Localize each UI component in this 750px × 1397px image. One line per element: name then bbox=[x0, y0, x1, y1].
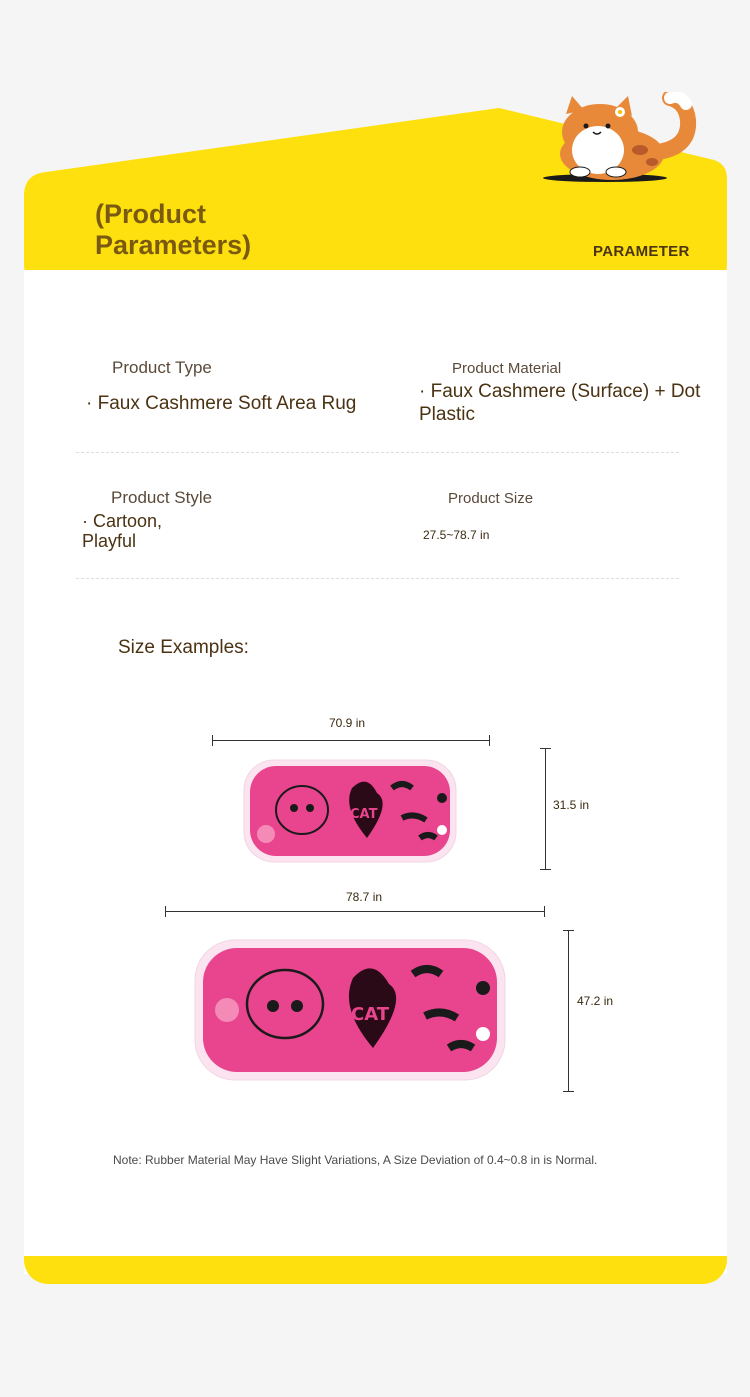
small-cat-rug-image: CAT bbox=[243, 759, 457, 863]
product-material-label: Product Material bbox=[452, 360, 562, 377]
product-style-value: · Cartoon, Playful bbox=[82, 511, 163, 551]
footer-band bbox=[24, 1256, 727, 1284]
large-cat-rug-image: CAT bbox=[194, 939, 506, 1081]
product-type-value: · Faux Cashmere Soft Area Rug bbox=[86, 393, 357, 414]
small-rug-width-line bbox=[212, 735, 490, 746]
small-rug-height-label: 31.5 in bbox=[553, 798, 590, 812]
small-rug-width-label: 70.9 in bbox=[329, 716, 366, 730]
parameter-tag: PARAMETER bbox=[593, 243, 690, 260]
page-title: (Product Parameters) bbox=[95, 199, 252, 260]
large-rug-height-label: 47.2 in bbox=[577, 994, 614, 1008]
large-rug-width-label: 78.7 in bbox=[346, 890, 383, 904]
size-examples-title: Size Examples: bbox=[118, 637, 249, 658]
divider bbox=[76, 452, 679, 453]
large-rug-height-line bbox=[563, 930, 574, 1092]
small-rug-print: CAT bbox=[350, 807, 378, 822]
product-style-label: Product Style bbox=[111, 488, 213, 507]
divider bbox=[76, 578, 679, 579]
product-material-value: · Faux Cashmere (Surface) + Dot Plastic bbox=[419, 381, 701, 425]
large-rug-print: CAT bbox=[351, 1004, 390, 1025]
size-note: Note: Rubber Material May Have Slight Va… bbox=[113, 1153, 598, 1167]
product-type-label: Product Type bbox=[112, 358, 212, 377]
product-size-label: Product Size bbox=[448, 490, 534, 507]
cat-mascot-icon bbox=[543, 92, 697, 182]
small-rug-height-line bbox=[540, 748, 551, 870]
product-size-value: 27.5~78.7 in bbox=[423, 528, 490, 542]
large-rug-width-line bbox=[165, 906, 545, 917]
